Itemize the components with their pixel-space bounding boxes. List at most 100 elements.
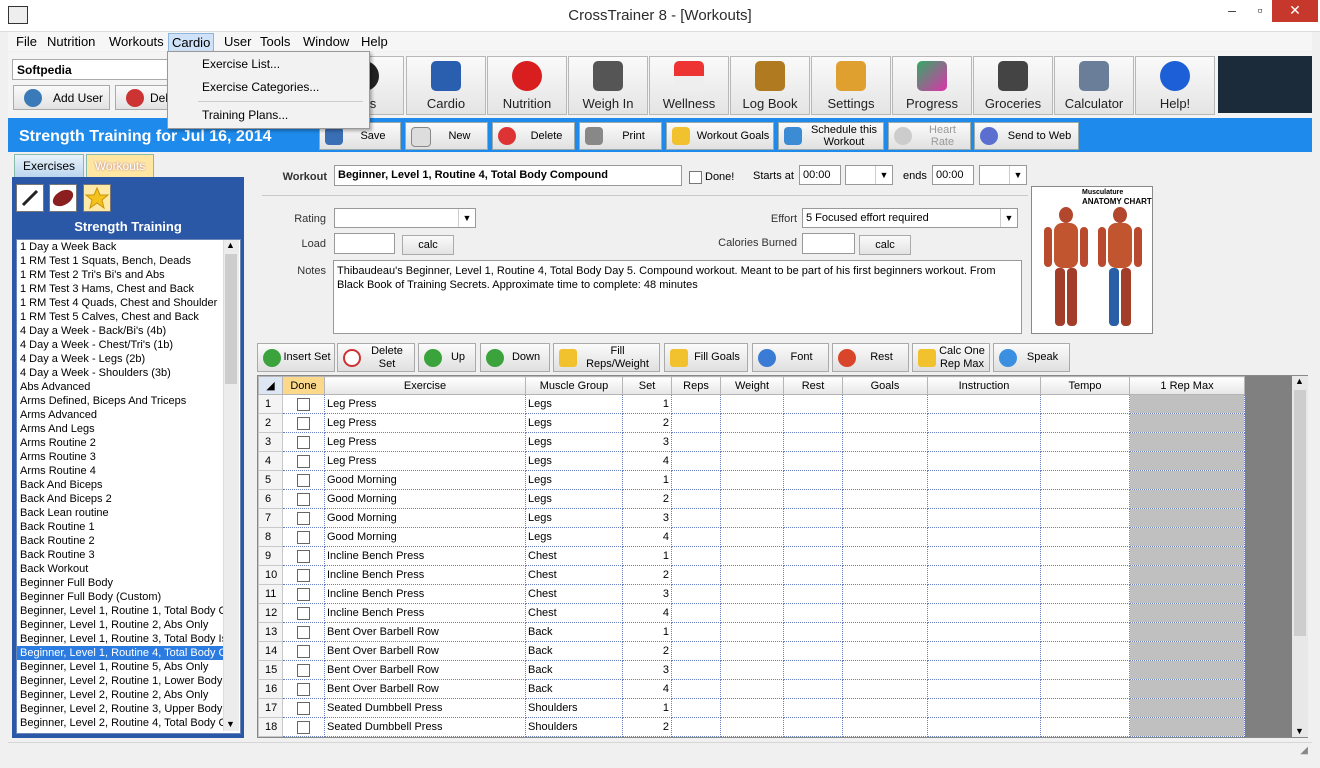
done-checkbox-cell[interactable] — [282, 451, 325, 471]
rest-cell[interactable] — [783, 622, 843, 642]
done-checkbox-cell[interactable] — [282, 508, 325, 528]
rest-cell[interactable] — [783, 451, 843, 471]
done-checkbox-cell[interactable] — [282, 394, 325, 414]
football-icon[interactable] — [49, 184, 77, 212]
start-time-field[interactable]: 00:00 — [799, 165, 841, 185]
weight-cell[interactable] — [720, 508, 784, 528]
muscle-group-cell[interactable]: Legs — [525, 470, 623, 490]
column-header-done[interactable]: Done — [282, 376, 325, 395]
heart-rate-button[interactable]: Heart Rate — [888, 122, 971, 150]
reps-cell[interactable] — [671, 508, 721, 528]
done-checkbox-cell[interactable] — [282, 527, 325, 547]
workout-list-item[interactable]: Arms And Legs — [17, 422, 225, 436]
set-cell[interactable]: 1 — [622, 622, 672, 642]
muscle-group-cell[interactable]: Chest — [525, 546, 623, 566]
instruction-cell[interactable] — [927, 622, 1041, 642]
menu-cardio[interactable]: Cardio — [168, 33, 215, 52]
table-row[interactable]: 18 Seated Dumbbell Press Shoulders 2 — [258, 717, 1245, 737]
one-rep-max-cell[interactable] — [1129, 584, 1245, 604]
menu-help[interactable]: Help — [358, 33, 391, 50]
instruction-cell[interactable] — [927, 546, 1041, 566]
workout-goals-button[interactable]: Workout Goals — [666, 122, 774, 150]
calories-calc-button[interactable]: calc — [859, 235, 911, 255]
set-cell[interactable]: 4 — [622, 451, 672, 471]
exercise-cell[interactable]: Bent Over Barbell Row — [324, 622, 526, 642]
workout-list-item[interactable]: 1 RM Test 3 Hams, Chest and Back — [17, 282, 225, 296]
done-checkbox[interactable] — [297, 454, 310, 468]
rest-cell[interactable] — [783, 584, 843, 604]
workout-list-item[interactable]: 4 Day a Week - Shoulders (3b) — [17, 366, 225, 380]
weight-cell[interactable] — [720, 698, 784, 718]
tempo-cell[interactable] — [1040, 679, 1130, 699]
resize-grip-icon[interactable]: ◢ — [1300, 745, 1308, 756]
goals-cell[interactable] — [842, 584, 928, 604]
workout-list-item[interactable]: Beginner Full Body (Custom) — [17, 590, 225, 604]
done-checkbox-cell[interactable] — [282, 565, 325, 585]
load-calc-button[interactable]: calc — [402, 235, 454, 255]
muscle-group-cell[interactable]: Shoulders — [525, 698, 623, 718]
table-row[interactable]: 9 Incline Bench Press Chest 1 — [258, 546, 1245, 566]
reps-cell[interactable] — [671, 717, 721, 737]
done-checkbox[interactable] — [297, 663, 310, 677]
exercise-cell[interactable]: Leg Press — [324, 432, 526, 452]
exercise-cell[interactable]: Seated Dumbbell Press — [324, 698, 526, 718]
column-header-instruction[interactable]: Instruction — [927, 376, 1041, 395]
instruction-cell[interactable] — [927, 489, 1041, 509]
done-checkbox-cell[interactable] — [282, 717, 325, 737]
set-cell[interactable]: 3 — [622, 660, 672, 680]
table-row[interactable]: 4 Leg Press Legs 4 — [258, 451, 1245, 471]
workout-list-item[interactable]: Beginner, Level 2, Routine 4, Total Body… — [17, 716, 225, 730]
one-rep-max-cell[interactable] — [1129, 641, 1245, 661]
calc-one-rep-max-button[interactable]: Calc One Rep Max — [912, 343, 990, 372]
done-checkbox[interactable] — [297, 568, 310, 582]
set-cell[interactable]: 2 — [622, 717, 672, 737]
tempo-cell[interactable] — [1040, 584, 1130, 604]
goals-cell[interactable] — [842, 527, 928, 547]
workout-list-item[interactable]: Beginner, Level 1, Routine 5, Abs Only — [17, 660, 225, 674]
tempo-cell[interactable] — [1040, 413, 1130, 433]
rest-cell[interactable] — [783, 641, 843, 661]
exercise-cell[interactable]: Good Morning — [324, 489, 526, 509]
goals-cell[interactable] — [842, 508, 928, 528]
menu-tools[interactable]: Tools — [257, 33, 293, 50]
start-ampm-select[interactable]: ▼ — [845, 165, 893, 185]
done-checkbox-cell[interactable] — [282, 413, 325, 433]
exercise-cell[interactable]: Bent Over Barbell Row — [324, 660, 526, 680]
workout-list-item[interactable]: Arms Routine 4 — [17, 464, 225, 478]
weight-cell[interactable] — [720, 527, 784, 547]
weight-cell[interactable] — [720, 470, 784, 490]
weight-cell[interactable] — [720, 622, 784, 642]
favorites-star-icon[interactable] — [83, 184, 111, 212]
exercise-cell[interactable]: Good Morning — [324, 508, 526, 528]
goals-cell[interactable] — [842, 698, 928, 718]
menu-item-training-plans[interactable]: Training Plans... — [202, 108, 288, 122]
workout-list-item[interactable]: Beginner, Level 2, Routine 2, Abs Only — [17, 688, 225, 702]
rating-select[interactable]: ▼ — [334, 208, 476, 228]
rest-cell[interactable] — [783, 565, 843, 585]
workout-list-item[interactable]: 4 Day a Week - Back/Bi's (4b) — [17, 324, 225, 338]
one-rep-max-cell[interactable] — [1129, 603, 1245, 623]
schedule-workout-button[interactable]: Schedule this Workout — [778, 122, 884, 150]
done-checkbox-cell[interactable] — [282, 432, 325, 452]
instruction-cell[interactable] — [927, 584, 1041, 604]
weight-cell[interactable] — [720, 565, 784, 585]
calories-burned-field[interactable] — [802, 233, 855, 254]
one-rep-max-cell[interactable] — [1129, 660, 1245, 680]
weigh-in-button[interactable]: Weigh In — [568, 56, 648, 115]
instruction-cell[interactable] — [927, 717, 1041, 737]
add-user-button[interactable]: Add User — [13, 85, 110, 110]
done-checkbox-cell[interactable] — [282, 622, 325, 642]
instruction-cell[interactable] — [927, 470, 1041, 490]
workout-list-item[interactable]: Arms Routine 2 — [17, 436, 225, 450]
muscle-group-cell[interactable]: Chest — [525, 603, 623, 623]
column-header-set[interactable]: Set — [622, 376, 672, 395]
tempo-cell[interactable] — [1040, 641, 1130, 661]
goals-cell[interactable] — [842, 603, 928, 623]
muscle-group-cell[interactable]: Shoulders — [525, 717, 623, 737]
one-rep-max-cell[interactable] — [1129, 546, 1245, 566]
reps-cell[interactable] — [671, 546, 721, 566]
reps-cell[interactable] — [671, 489, 721, 509]
groceries-button[interactable]: Groceries — [973, 56, 1053, 115]
done-checkbox[interactable] — [297, 397, 310, 411]
table-row[interactable]: 8 Good Morning Legs 4 — [258, 527, 1245, 547]
